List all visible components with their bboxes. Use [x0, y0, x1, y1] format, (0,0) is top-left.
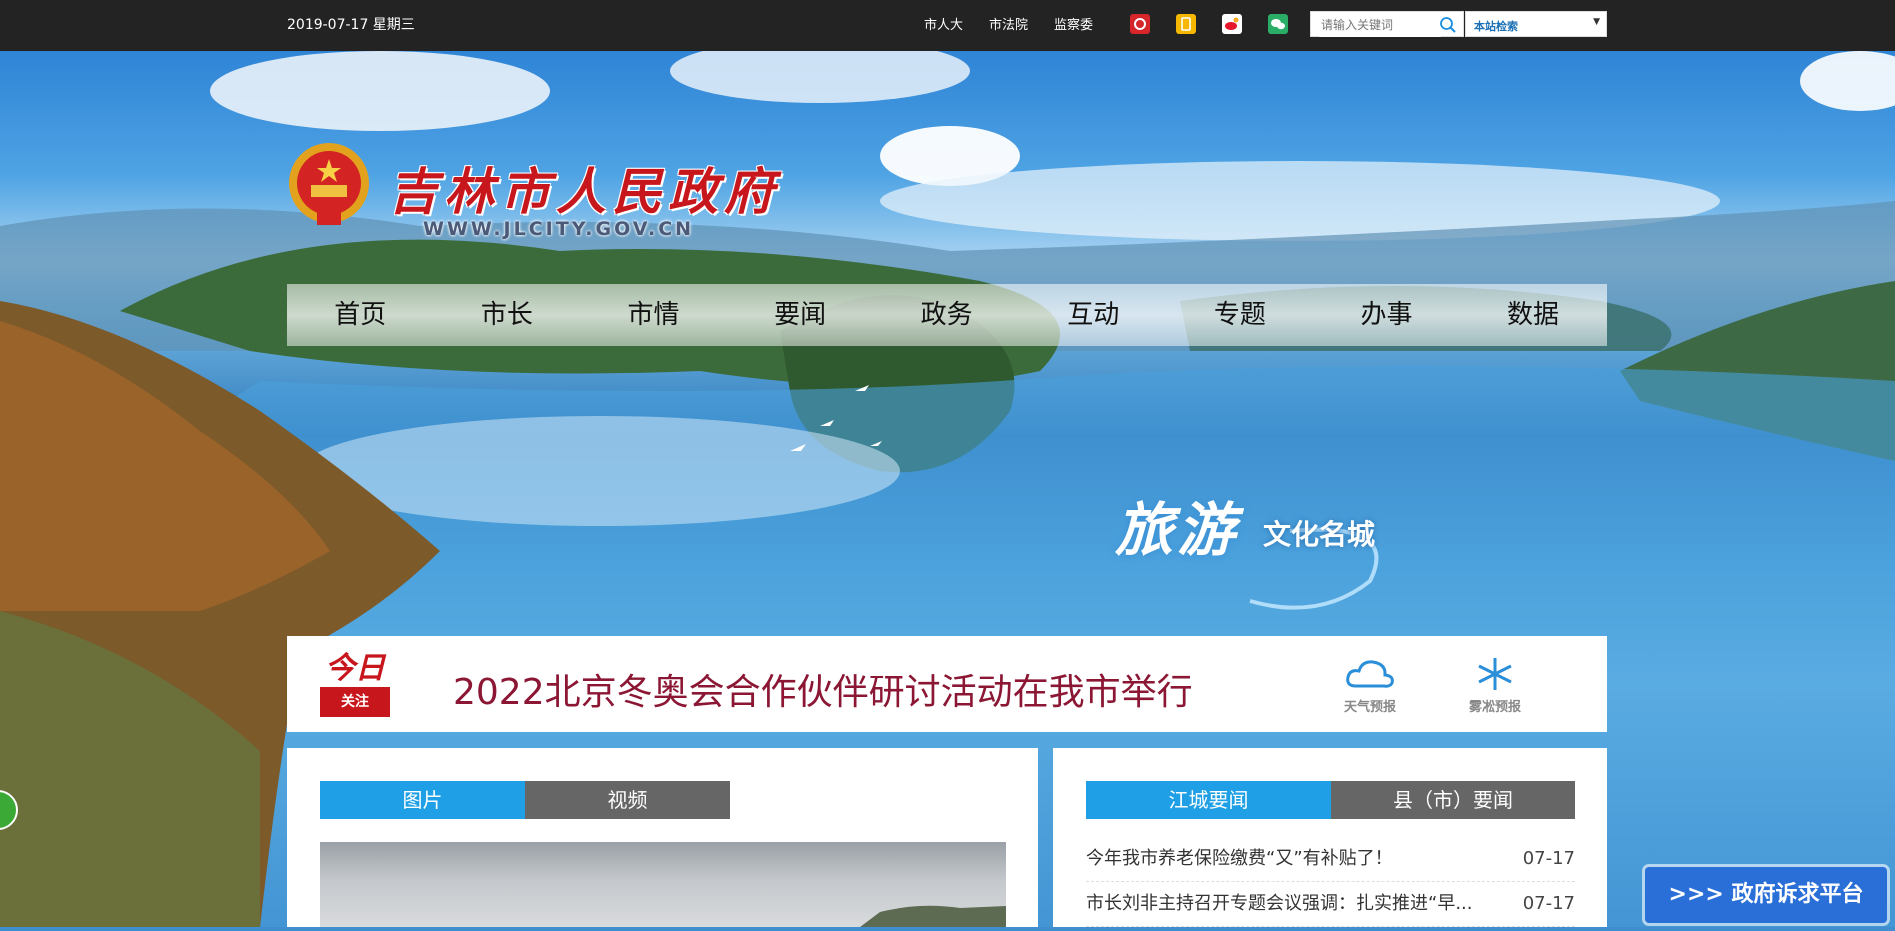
top-link-court[interactable]: 市法院 — [989, 14, 1028, 33]
weather-label: 天气预报 — [1343, 700, 1396, 715]
rime-forecast-button[interactable]: 雾凇预报 — [1455, 656, 1535, 715]
nav-item-data[interactable]: 数据 — [1460, 284, 1607, 346]
nav-item-home[interactable]: 首页 — [287, 284, 434, 346]
news-tabs: 江城要闻 县（市）要闻 — [1086, 781, 1575, 819]
focus-headline[interactable]: 2022北京冬奥会合作伙伴研讨活动在我市举行 — [453, 663, 1193, 715]
nav-item-city-info[interactable]: 市情 — [580, 284, 727, 346]
nav-item-government[interactable]: 政务 — [873, 284, 1020, 346]
news-item[interactable]: 今年我市养老保险缴费“又”有补贴了！ 07-17 — [1086, 837, 1575, 882]
news-title: 市长刘非主持召开专题会议强调：扎实推进“早... — [1086, 893, 1473, 914]
tab-photos[interactable]: 图片 — [320, 781, 525, 819]
today-focus-bar: 今日 关注 2022北京冬奥会合作伙伴研讨活动在我市举行 天气预报 雾凇预报 — [287, 636, 1607, 732]
top-link-people-congress[interactable]: 市人大 — [924, 14, 963, 33]
badge-bottom-text: 关注 — [320, 687, 390, 717]
top-link-supervision[interactable]: 监察委 — [1054, 14, 1093, 33]
wechat-icon[interactable] — [1268, 14, 1288, 34]
weibo-icon[interactable] — [1222, 14, 1242, 34]
site-title[interactable]: 吉林市人民政府 — [388, 152, 780, 224]
badge-top-text: 今日 — [325, 651, 385, 686]
search-box — [1310, 11, 1464, 37]
banner-slogan-main: 旅游 — [1115, 496, 1240, 564]
nav-item-mayor[interactable]: 市长 — [434, 284, 581, 346]
tab-city-news[interactable]: 江城要闻 — [1086, 781, 1331, 819]
today-focus-badge: 今日 关注 — [320, 651, 390, 721]
tab-videos[interactable]: 视频 — [525, 781, 730, 819]
nav-item-news[interactable]: 要闻 — [727, 284, 874, 346]
news-date: 07-17 — [1522, 848, 1575, 869]
nav-item-interaction[interactable]: 互动 — [1020, 284, 1167, 346]
media-panel: 图片 视频 — [287, 748, 1038, 927]
search-input[interactable] — [1319, 13, 1441, 37]
chevron-down-icon: ▼ — [1593, 17, 1600, 27]
banner-slogan-sub: 文化名城 — [1263, 518, 1376, 551]
photo-image — [860, 905, 1006, 927]
news-item[interactable]: 市长刘非主持召开专题会议强调：扎实推进“早... 07-17 — [1086, 882, 1575, 927]
media-tabs: 图片 视频 — [320, 781, 730, 819]
site-url: WWW.JLCITY.GOV.CN — [423, 218, 695, 240]
news-panel: 江城要闻 县（市）要闻 今年我市养老保险缴费“又”有补贴了！ 07-17 市长刘… — [1053, 748, 1607, 927]
nav-item-topics[interactable]: 专题 — [1167, 284, 1314, 346]
app-icon[interactable] — [1176, 14, 1196, 34]
tab-county-news[interactable]: 县（市）要闻 — [1331, 781, 1575, 819]
news-date: 07-17 — [1522, 893, 1575, 914]
cloud-icon — [1346, 660, 1394, 688]
national-emblem-icon — [289, 143, 369, 225]
rime-label: 雾凇预报 — [1468, 700, 1521, 715]
snowflake-icon — [1478, 658, 1512, 690]
search-icon[interactable] — [1439, 16, 1457, 38]
featured-photo[interactable] — [320, 842, 1006, 927]
news-title: 今年我市养老保险缴费“又”有补贴了！ — [1086, 848, 1393, 869]
appeal-platform-button[interactable]: >>> 政府诉求平台 — [1645, 867, 1887, 923]
search-scope-select[interactable]: 本站检索 ▼ — [1465, 11, 1607, 37]
top-links: 市人大 市法院 监察委 — [924, 14, 1093, 33]
main-nav: 首页 市长 市情 要闻 政务 互动 专题 办事 数据 — [287, 284, 1607, 346]
weather-forecast-button[interactable]: 天气预报 — [1330, 656, 1410, 715]
weibo-red-icon[interactable] — [1130, 14, 1150, 34]
nav-item-services[interactable]: 办事 — [1313, 284, 1460, 346]
news-list: 今年我市养老保险缴费“又”有补贴了！ 07-17 市长刘非主持召开专题会议强调：… — [1086, 837, 1575, 927]
current-date: 2019-07-17 星期三 — [287, 17, 415, 33]
search-scope-value: 本站检索 — [1474, 20, 1518, 33]
top-bar: 2019-07-17 星期三 市人大 市法院 监察委 本站检索 ▼ — [0, 0, 1895, 51]
